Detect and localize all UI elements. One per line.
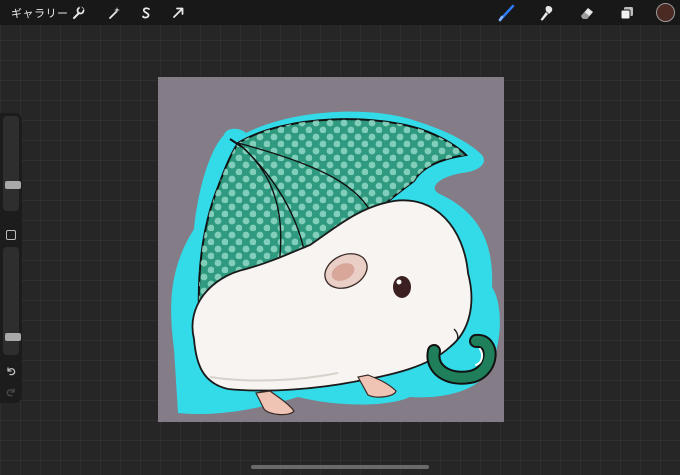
- brush-size-slider[interactable]: [3, 116, 21, 211]
- layers-icon[interactable]: [617, 3, 637, 23]
- brush-icon[interactable]: [497, 3, 517, 23]
- color-swatch[interactable]: [656, 3, 675, 22]
- actions-wrench-icon[interactable]: [69, 4, 87, 22]
- home-indicator[interactable]: [251, 465, 429, 469]
- brush-opacity-slider[interactable]: [3, 247, 21, 355]
- transform-arrow-icon[interactable]: [169, 4, 187, 22]
- selection-s-icon[interactable]: [137, 4, 155, 22]
- undo-icon[interactable]: [4, 364, 18, 378]
- brush-opacity-thumb[interactable]: [5, 333, 21, 341]
- smudge-icon[interactable]: [537, 3, 557, 23]
- redo-icon[interactable]: [4, 385, 18, 399]
- top-toolbar: ギャラリー: [0, 0, 680, 25]
- drawing-canvas[interactable]: [158, 77, 504, 422]
- adjustments-magic-wand-icon[interactable]: [105, 4, 123, 22]
- eraser-icon[interactable]: [577, 3, 597, 23]
- left-sidebar: [0, 113, 22, 403]
- modify-square-button[interactable]: [6, 230, 16, 240]
- artwork-guinea-pig-umbrella: [158, 77, 504, 422]
- brush-size-thumb[interactable]: [5, 181, 21, 189]
- gallery-button[interactable]: ギャラリー: [11, 5, 69, 21]
